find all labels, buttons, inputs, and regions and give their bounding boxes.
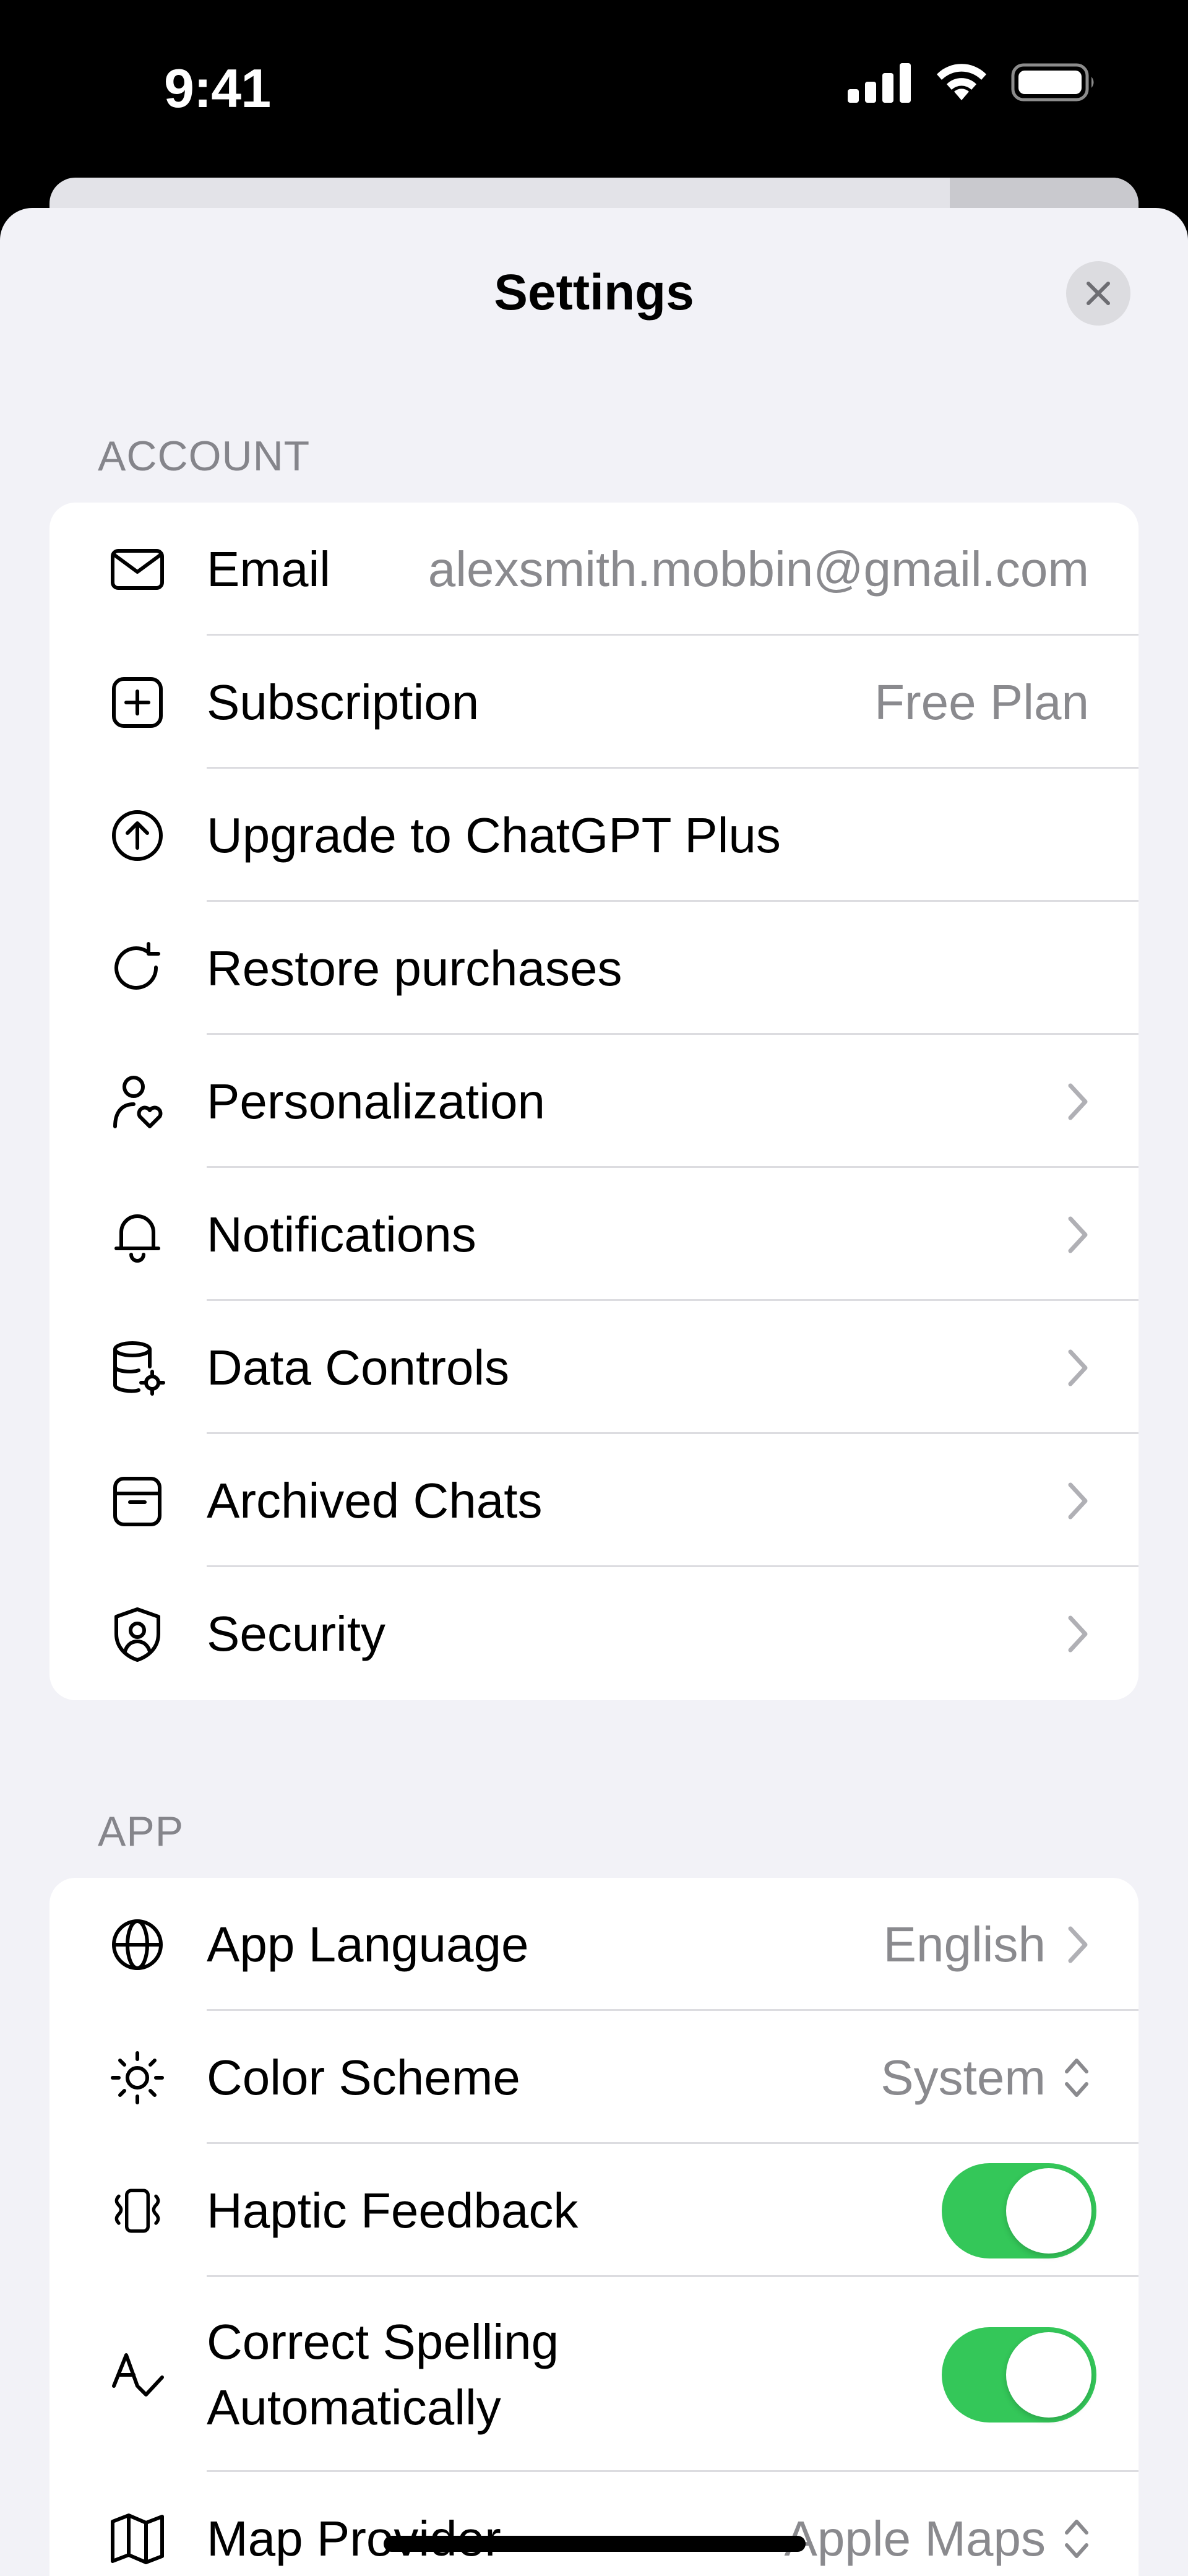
chevron-right-icon (1068, 1926, 1088, 1963)
row-label: Subscription (207, 674, 480, 730)
arrow-up-circle-icon (106, 805, 168, 867)
settings-row-security[interactable]: Security (50, 1567, 1138, 1700)
sun-icon (106, 2047, 168, 2109)
settings-sheet: Settings ACCOUNT Email alexsmith.mobbin@… (0, 208, 1188, 2576)
row-label: Archived Chats (207, 1472, 543, 1528)
settings-row-haptic-feedback: Haptic Feedback (50, 2144, 1138, 2277)
settings-row-personalization[interactable]: Personalization (50, 1035, 1138, 1168)
shield-user-icon (106, 1603, 168, 1665)
close-button[interactable] (1066, 261, 1130, 326)
settings-row-map-provider[interactable]: Map Provider Apple Maps (50, 2472, 1138, 2576)
row-label: Security (207, 1606, 385, 1661)
archive-icon (106, 1470, 168, 1532)
status-icons (848, 62, 1096, 103)
settings-row-notifications[interactable]: Notifications (50, 1168, 1138, 1301)
wifi-icon (937, 64, 986, 100)
settings-row-data-controls[interactable]: Data Controls (50, 1301, 1138, 1434)
status-time: 9:41 (164, 58, 271, 119)
chevron-right-icon (1068, 1482, 1088, 1519)
settings-row-upgrade[interactable]: Upgrade to ChatGPT Plus (50, 769, 1138, 902)
row-label: App Language (207, 1916, 529, 1972)
section-header-account: ACCOUNT (98, 433, 311, 480)
globe-icon (106, 1914, 168, 1976)
chevron-right-icon (1068, 1083, 1088, 1120)
settings-row-app-language[interactable]: App Language English (50, 1878, 1138, 2011)
row-label-line-2: Automatically (207, 2379, 501, 2435)
correct-spelling-toggle[interactable] (942, 2327, 1096, 2423)
chevron-right-icon (1068, 1349, 1088, 1386)
row-value: System (880, 2049, 1046, 2105)
app-group: App Language English Color Scheme System… (50, 1878, 1138, 2576)
row-value: Apple Maps (784, 2510, 1046, 2566)
database-gear-icon (106, 1337, 168, 1399)
row-label: Upgrade to ChatGPT Plus (207, 807, 781, 863)
settings-row-subscription[interactable]: Subscription Free Plan (50, 636, 1138, 769)
bell-icon (106, 1204, 168, 1266)
status-bar: 9:41 (0, 0, 1188, 179)
spellcheck-icon (106, 2344, 168, 2406)
settings-row-email[interactable]: Email alexsmith.mobbin@gmail.com (50, 503, 1138, 636)
settings-row-archived-chats[interactable]: Archived Chats (50, 1434, 1138, 1567)
section-header-app: APP (98, 1808, 184, 1855)
row-label: Personalization (207, 1073, 545, 1129)
row-value: Free Plan (874, 674, 1089, 730)
row-value: English (883, 1916, 1046, 1972)
row-label: Email (207, 541, 331, 597)
map-icon (106, 2508, 168, 2570)
row-label: Color Scheme (207, 2049, 520, 2105)
person-heart-icon (106, 1071, 168, 1133)
chevron-up-down-icon (1065, 2519, 1088, 2558)
settings-row-correct-spelling: Correct Spelling Automatically (50, 2277, 1138, 2472)
home-indicator (384, 2536, 806, 2552)
row-label: Notifications (207, 1206, 476, 1262)
row-label: Restore purchases (207, 940, 622, 996)
settings-row-restore-purchases[interactable]: Restore purchases (50, 902, 1138, 1035)
haptic-feedback-toggle[interactable] (942, 2163, 1096, 2258)
cellular-signal-icon (848, 63, 911, 103)
row-label: Data Controls (207, 1339, 510, 1395)
settings-row-color-scheme[interactable]: Color Scheme System (50, 2011, 1138, 2144)
row-label: Haptic Feedback (207, 2182, 579, 2238)
refresh-icon (106, 938, 168, 1000)
mail-icon (106, 538, 168, 600)
chevron-up-down-icon (1065, 2058, 1088, 2097)
row-label-line-1: Correct Spelling (207, 2314, 559, 2369)
chevron-right-icon (1068, 1615, 1088, 1652)
plus-square-icon (106, 672, 168, 733)
account-group: Email alexsmith.mobbin@gmail.com Subscri… (50, 503, 1138, 1700)
page-title: Settings (494, 264, 694, 321)
chevron-right-icon (1068, 1216, 1088, 1253)
row-label-two-line: Correct Spelling Automatically (207, 2309, 559, 2440)
haptic-icon (106, 2180, 168, 2242)
toggle-knob (1006, 2168, 1091, 2254)
toggle-knob (1006, 2332, 1091, 2418)
row-value: alexsmith.mobbin@gmail.com (428, 541, 1089, 597)
battery-icon (1011, 63, 1094, 102)
close-icon (1087, 282, 1110, 305)
